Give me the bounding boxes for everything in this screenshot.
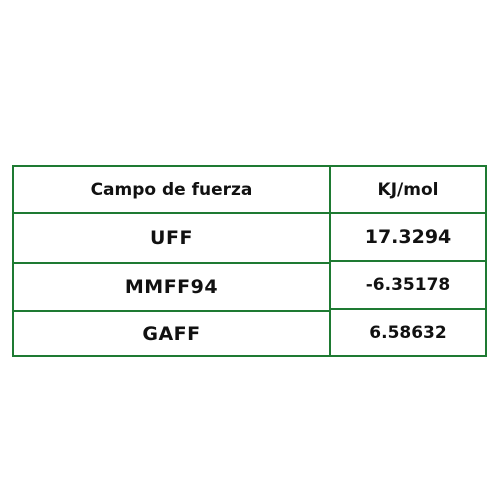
header-energy-unit: KJ/mol bbox=[329, 165, 487, 214]
row-mmff94-name: MMFF94 bbox=[12, 262, 331, 312]
row-uff-value: 17.3294 bbox=[329, 212, 487, 262]
force-field-table: Campo de fuerza KJ/mol UFF 17.3294 MMFF9… bbox=[0, 0, 500, 500]
row-uff-name: UFF bbox=[12, 212, 331, 264]
header-force-field: Campo de fuerza bbox=[12, 165, 331, 214]
row-gaff-name: GAFF bbox=[12, 310, 331, 357]
row-mmff94-value: -6.35178 bbox=[329, 260, 487, 310]
row-gaff-value: 6.58632 bbox=[329, 308, 487, 357]
